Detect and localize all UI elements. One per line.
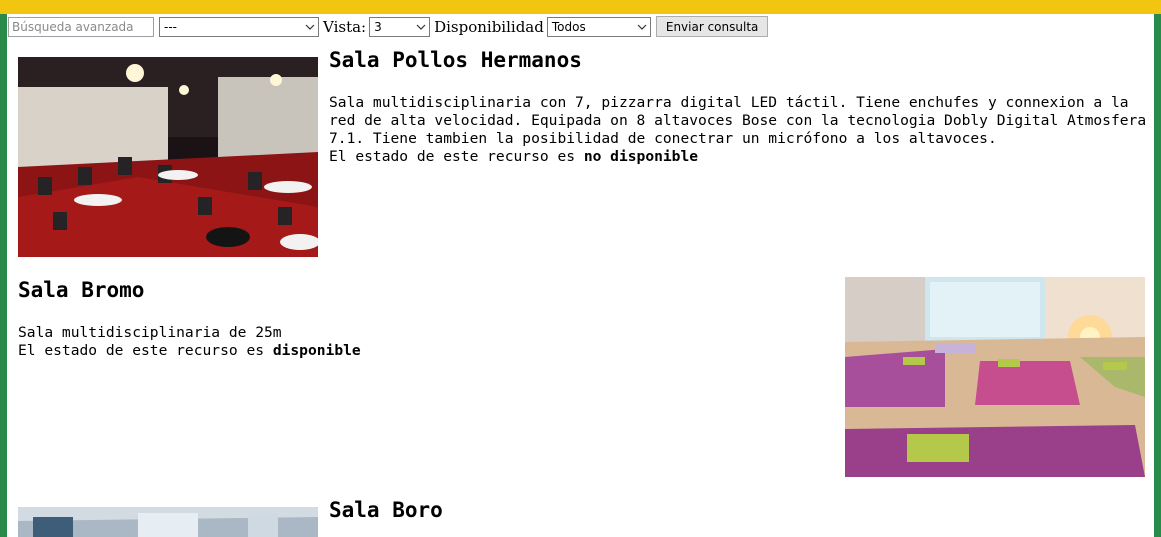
room-title: Sala Boro	[329, 498, 443, 522]
room-title: Sala Bromo	[18, 278, 145, 302]
chevron-down-icon	[637, 22, 647, 32]
room-photo	[18, 507, 318, 537]
left-border	[0, 14, 7, 537]
disponibilidad-select[interactable]: Todos	[546, 16, 651, 37]
room-description: Sala multidisciplinaria con 7, pizzarra …	[329, 94, 1151, 166]
room-status-line: El estado de este recurso es disponible	[18, 342, 818, 360]
chevron-down-icon	[305, 22, 315, 32]
room-description: Sala multidisciplinaria de 25m El estado…	[18, 324, 818, 360]
disponibilidad-select-value: Todos	[551, 19, 586, 34]
room-status-line: El estado de este recurso es no disponib…	[329, 148, 1151, 166]
disponibilidad-label: Disponibilidad	[434, 17, 544, 36]
right-border	[1154, 14, 1161, 537]
submit-query-button[interactable]: Enviar consulta	[655, 16, 769, 37]
chevron-down-icon	[416, 22, 426, 32]
status-value: disponible	[272, 342, 361, 359]
status-value: no disponible	[583, 148, 699, 165]
status-prefix: El estado de este recurso es	[329, 148, 576, 165]
vista-label: Vista:	[323, 17, 367, 36]
room-title: Sala Pollos Hermanos	[329, 48, 582, 72]
search-toolbar: --- Vista: 3 Disponibilidad Todos Enviar…	[8, 16, 769, 37]
room-description-text: Sala multidisciplinaria con 7, pizzarra …	[329, 94, 1147, 147]
vista-select-value: 3	[374, 19, 382, 34]
advanced-search-input[interactable]	[8, 16, 154, 37]
room-description-text: Sala multidisciplinaria de 25m	[18, 324, 282, 341]
category-select[interactable]: ---	[159, 16, 319, 37]
status-prefix: El estado de este recurso es	[18, 342, 265, 359]
room-photo	[845, 277, 1145, 477]
vista-select[interactable]: 3	[369, 16, 431, 37]
category-select-value: ---	[164, 19, 177, 34]
top-accent-bar	[0, 0, 1161, 14]
room-photo	[18, 57, 318, 257]
